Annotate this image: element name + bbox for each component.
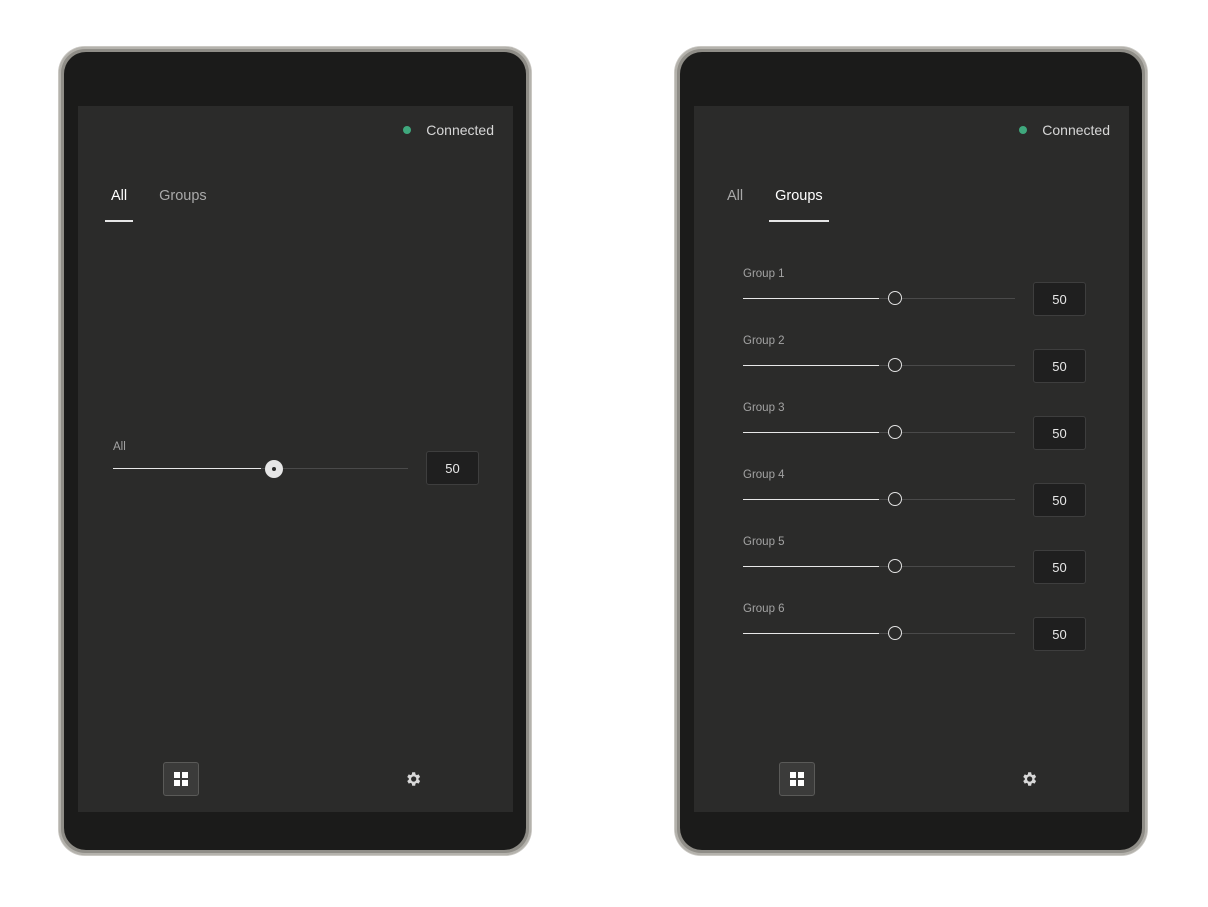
bottom-nav — [78, 762, 513, 798]
slider-fill — [743, 499, 879, 500]
value-input[interactable]: 50 — [426, 451, 479, 485]
screen-all-view: Connected All Groups All 50 — [78, 106, 513, 812]
status-label: Connected — [1042, 122, 1110, 138]
settings-button[interactable] — [1016, 766, 1042, 792]
slider-track[interactable] — [743, 499, 1015, 500]
slider-thumb[interactable] — [888, 559, 902, 573]
slider-thumb[interactable] — [888, 291, 902, 305]
tab-bar: All Groups — [105, 188, 233, 222]
slider-fill — [743, 633, 879, 634]
tablet-frame-right: Connected All Groups Group 1 50 Group 2 50 G… — [675, 47, 1147, 855]
connection-status: Connected — [1019, 122, 1110, 138]
tab-bar: All Groups — [721, 188, 849, 222]
group-label: Group 1 — [743, 268, 785, 280]
dashboard-button[interactable] — [163, 762, 199, 796]
slider-thumb[interactable] — [888, 425, 902, 439]
status-label: Connected — [426, 122, 494, 138]
grid-icon — [790, 772, 804, 786]
tab-groups[interactable]: Groups — [769, 188, 829, 222]
bottom-nav — [694, 762, 1129, 798]
slider-thumb[interactable] — [888, 626, 902, 640]
slider-track[interactable] — [743, 633, 1015, 634]
value-input[interactable]: 50 — [1033, 282, 1086, 316]
slider-fill — [743, 432, 879, 433]
group-label: Group 2 — [743, 335, 785, 347]
connection-status: Connected — [403, 122, 494, 138]
slider-label: All — [113, 441, 126, 453]
group-slider-row: Group 2 50 — [743, 335, 1088, 383]
group-slider-row: Group 4 50 — [743, 469, 1088, 517]
settings-button[interactable] — [400, 766, 426, 792]
slider-thumb[interactable] — [888, 358, 902, 372]
group-label: Group 3 — [743, 402, 785, 414]
slider-fill — [743, 365, 879, 366]
value-input[interactable]: 50 — [1033, 550, 1086, 584]
slider-track[interactable] — [743, 298, 1015, 299]
slider-fill — [743, 566, 879, 567]
group-label: Group 4 — [743, 469, 785, 481]
group-slider-row: Group 1 50 — [743, 268, 1088, 316]
value-input[interactable]: 50 — [1033, 349, 1086, 383]
tab-groups[interactable]: Groups — [153, 188, 213, 222]
slider-track[interactable] — [743, 432, 1015, 433]
value-input[interactable]: 50 — [1033, 416, 1086, 450]
status-dot-icon — [403, 126, 412, 134]
gear-icon — [1023, 772, 1037, 786]
slider-track[interactable] — [113, 468, 408, 469]
value-input[interactable]: 50 — [1033, 483, 1086, 517]
group-label: Group 5 — [743, 536, 785, 548]
slider-thumb[interactable] — [888, 492, 902, 506]
screen-groups-view: Connected All Groups Group 1 50 Group 2 50 G… — [694, 106, 1129, 812]
status-dot-icon — [1019, 126, 1028, 134]
grid-icon — [174, 772, 188, 786]
slider-fill — [743, 298, 879, 299]
dashboard-button[interactable] — [779, 762, 815, 796]
group-label: Group 6 — [743, 603, 785, 615]
tab-all[interactable]: All — [721, 188, 749, 222]
value-input[interactable]: 50 — [1033, 617, 1086, 651]
group-slider-row: Group 3 50 — [743, 402, 1088, 450]
group-slider-row: Group 6 50 — [743, 603, 1088, 651]
group-slider-row: Group 5 50 — [743, 536, 1088, 584]
slider-track[interactable] — [743, 365, 1015, 366]
tablet-frame-left: Connected All Groups All 50 — [59, 47, 531, 855]
slider-thumb[interactable] — [264, 460, 283, 478]
slider-fill — [113, 468, 261, 469]
gear-icon — [407, 772, 421, 786]
tab-all[interactable]: All — [105, 188, 134, 222]
master-slider-row: All 50 — [113, 441, 483, 485]
slider-track[interactable] — [743, 566, 1015, 567]
